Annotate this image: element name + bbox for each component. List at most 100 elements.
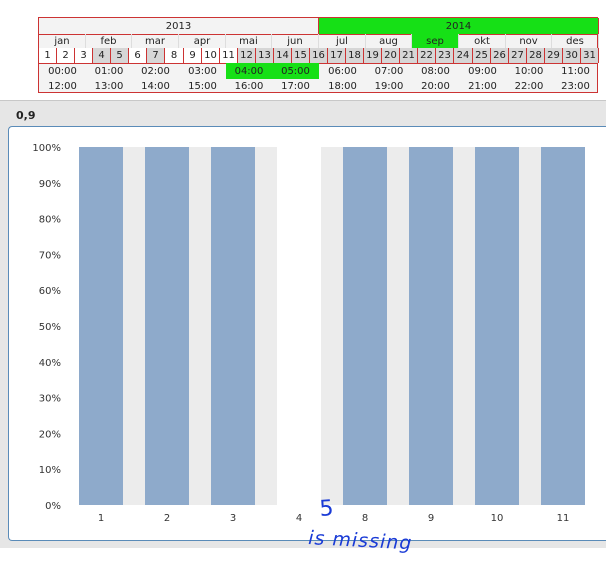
day-26[interactable]: 26 [491,48,509,63]
day-29[interactable]: 29 [545,48,563,63]
chart-frame: 0% 10% 20% 30% 40% 50% 60% 70% 80% 90% 100% 1 2 3 4 8 9 1… [8,126,606,541]
month-apr[interactable]: apr [179,34,226,48]
handwritten-annotation: 5 is missing [308,498,413,554]
hour-row-am: 00:00 01:00 02:00 03:00 04:00 05:00 06:00 07:00… [39,63,597,79]
hour-15-00[interactable]: 15:00 [179,79,226,93]
hour-05-00[interactable]: 05:00 [272,63,319,79]
day-1[interactable]: 1 [39,48,57,63]
chart-panel: 0,9 0% 10% 20% 30% 40% 50% 60% 70% 80% 90% 100% 1 2 3… [0,100,606,548]
day-13[interactable]: 13 [256,48,274,63]
y-tick-label: 10% [39,465,61,476]
hour-17-00[interactable]: 17:00 [272,79,319,93]
day-21[interactable]: 21 [400,48,418,63]
day-7[interactable]: 7 [147,48,165,63]
x-tick-label: 3 [230,513,236,524]
hour-16-00[interactable]: 16:00 [226,79,272,93]
hour-20-00[interactable]: 20:00 [412,79,459,93]
hour-04-00[interactable]: 04:00 [226,63,272,79]
hour-00-00[interactable]: 00:00 [39,63,86,79]
year-2013[interactable]: 2013 [39,18,319,34]
month-row: jan feb mar apr mai jun jul aug sep okt nov des [39,34,599,49]
day-5[interactable]: 5 [111,48,129,63]
y-tick-label: 20% [39,429,61,440]
hour-19-00[interactable]: 19:00 [366,79,412,93]
day-12[interactable]: 12 [238,48,256,63]
month-okt[interactable]: okt [459,34,506,48]
hour-08-00[interactable]: 08:00 [412,63,459,79]
day-2[interactable]: 2 [57,48,75,63]
x-tick-label: 2 [164,513,170,524]
category-band [453,147,475,505]
hour-06-00[interactable]: 06:00 [319,63,366,79]
month-mai[interactable]: mai [226,34,272,48]
day-8[interactable]: 8 [165,48,184,63]
day-10[interactable]: 10 [202,48,220,63]
month-nov[interactable]: nov [506,34,552,48]
day-20[interactable]: 20 [382,48,400,63]
hour-12-00[interactable]: 12:00 [39,79,86,93]
day-3[interactable]: 3 [75,48,93,63]
day-11[interactable]: 11 [220,48,238,63]
bar-3[interactable] [211,147,255,505]
x-tick-label: 11 [557,513,570,524]
hour-14-00[interactable]: 14:00 [132,79,179,93]
month-sep[interactable]: sep [412,34,459,48]
hour-01-00[interactable]: 01:00 [86,63,132,79]
hour-07-00[interactable]: 07:00 [366,63,412,79]
day-16[interactable]: 16 [310,48,328,63]
hour-21-00[interactable]: 21:00 [459,79,506,93]
day-27[interactable]: 27 [509,48,527,63]
bar-11[interactable] [541,147,585,505]
bar-10[interactable] [475,147,519,505]
hour-09-00[interactable]: 09:00 [459,63,506,79]
day-22[interactable]: 22 [418,48,436,63]
hour-02-00[interactable]: 02:00 [132,63,179,79]
y-tick-label: 100% [32,143,61,154]
day-28[interactable]: 28 [527,48,545,63]
category-band [189,147,211,505]
bar-1[interactable] [79,147,123,505]
annotation-text: is missing [308,527,413,554]
year-2014[interactable]: 2014 [319,18,599,34]
bar-8[interactable] [343,147,387,505]
day-18[interactable]: 18 [346,48,364,63]
month-aug[interactable]: aug [366,34,412,48]
bar-2[interactable] [145,147,189,505]
hour-03-00[interactable]: 03:00 [179,63,226,79]
month-jun[interactable]: jun [272,34,319,48]
month-jan[interactable]: jan [39,34,86,48]
month-feb[interactable]: feb [86,34,132,48]
day-25[interactable]: 25 [473,48,491,63]
y-tick-label: 40% [39,358,61,369]
month-mar[interactable]: mar [132,34,179,48]
y-tick-label: 70% [39,250,61,261]
day-15[interactable]: 15 [292,48,310,63]
day-14[interactable]: 14 [274,48,292,63]
month-des[interactable]: des [552,34,599,48]
day-23[interactable]: 23 [436,48,454,63]
category-band [123,147,145,505]
hour-10-00[interactable]: 10:00 [506,63,552,79]
day-17[interactable]: 17 [328,48,346,63]
day-19[interactable]: 19 [364,48,382,63]
day-9[interactable]: 9 [184,48,202,63]
day-30[interactable]: 30 [563,48,581,63]
y-tick-label: 80% [39,215,61,226]
month-jul[interactable]: jul [319,34,366,48]
day-4[interactable]: 4 [93,48,111,63]
day-31[interactable]: 31 [581,48,599,63]
hour-23-00[interactable]: 23:00 [552,79,599,93]
x-tick-label: 10 [491,513,504,524]
hour-13-00[interactable]: 13:00 [86,79,132,93]
x-tick-label: 1 [98,513,104,524]
hour-22-00[interactable]: 22:00 [506,79,552,93]
day-row: 1 2 3 4 5 6 7 8 9 10 11 12 13 14 15 16 17 18 19 20 21 22 23 24 2… [39,48,599,64]
day-6[interactable]: 6 [129,48,147,63]
bar-9[interactable] [409,147,453,505]
day-24[interactable]: 24 [454,48,473,63]
y-tick-label: 0% [45,501,61,512]
hour-18-00[interactable]: 18:00 [319,79,366,93]
hour-row-pm: 12:00 13:00 14:00 15:00 16:00 17:00 18:00 19:00… [39,79,597,93]
hour-11-00[interactable]: 11:00 [552,63,599,79]
y-tick-label: 90% [39,179,61,190]
